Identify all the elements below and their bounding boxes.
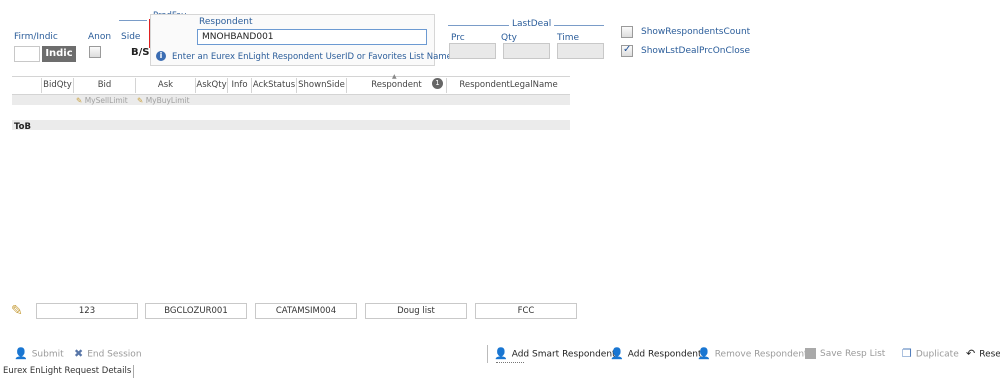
- remove-respondent-icon: 👤: [697, 347, 711, 360]
- pencil-icon: ✎: [137, 96, 144, 105]
- col-ask[interactable]: Ask: [136, 78, 196, 93]
- my-sell-limit-label: MySellLimit: [84, 96, 128, 105]
- qty-field: [503, 43, 550, 59]
- favorite-item[interactable]: 123: [36, 303, 138, 319]
- favorite-item[interactable]: CATAMSIM004: [255, 303, 357, 319]
- anon-checkbox[interactable]: [89, 46, 101, 58]
- add-respondent-icon: 👤: [610, 347, 624, 360]
- end-session-icon: ✖: [74, 347, 84, 360]
- show-lst-deal-label: ShowLstDealPrcOnClose: [641, 46, 751, 56]
- indic-toggle[interactable]: Indic: [42, 46, 76, 62]
- col-shownside[interactable]: ShownSide: [297, 78, 347, 93]
- favorite-item[interactable]: FCC: [475, 303, 577, 319]
- favorite-item[interactable]: BGCLOZUR001: [145, 303, 247, 319]
- respondent-input[interactable]: MNOHBAND001: [197, 29, 427, 45]
- qty-label: Qty: [501, 33, 517, 43]
- focus-underline: [496, 362, 524, 363]
- time-label: Time: [557, 33, 580, 43]
- col-bid[interactable]: Bid: [74, 78, 136, 93]
- col-respondentlegalname[interactable]: RespondentLegalName: [447, 78, 570, 93]
- remove-respondent-label: Remove Respondent: [714, 349, 808, 360]
- firm-indic-label: Firm/Indic: [14, 32, 58, 42]
- anon-label: Anon: [88, 32, 112, 42]
- toolbar-divider: [487, 345, 488, 363]
- save-icon: [805, 348, 816, 359]
- end-session-label: End Session: [87, 349, 142, 360]
- reset-label: Rese: [979, 349, 1000, 360]
- tab-request-details[interactable]: Eurex EnLight Request Details: [0, 365, 134, 378]
- add-respondent-button[interactable]: 👤 Add Respondent: [610, 347, 701, 361]
- add-respondent-label: Add Respondent: [627, 349, 702, 360]
- duplicate-icon: ❐: [902, 347, 912, 360]
- save-resp-list-label: Save Resp List: [820, 349, 886, 359]
- add-smart-respondent-button[interactable]: 👤 Add Smart Respondent: [494, 347, 616, 361]
- submit-label: Submit: [31, 349, 64, 360]
- sort-indicator-icon: ▲: [392, 73, 397, 80]
- my-buy-limit-label: MyBuyLimit: [145, 96, 190, 105]
- duplicate-label: Duplicate: [915, 349, 959, 360]
- my-buy-limit[interactable]: ✎ MyBuyLimit: [137, 96, 190, 105]
- pencil-icon: ✎: [76, 96, 83, 105]
- firm-field[interactable]: [14, 46, 40, 62]
- reset-icon: ↶: [966, 347, 976, 360]
- side-divider: [119, 20, 147, 21]
- my-sell-limit[interactable]: ✎ MySellLimit: [76, 96, 128, 105]
- side-value[interactable]: B/S: [131, 47, 149, 58]
- tob-label: ToB: [14, 122, 31, 132]
- col-bidqty[interactable]: BidQty: [42, 78, 74, 93]
- col-ackstatus[interactable]: AckStatus: [252, 78, 297, 93]
- remove-respondent-button[interactable]: 👤 Remove Respondent: [697, 347, 808, 361]
- respondent-tooltip: Enter an Eurex EnLight Respondent UserID…: [172, 52, 455, 62]
- show-respondents-count-checkbox[interactable]: [621, 26, 633, 38]
- side-label: Side: [121, 32, 141, 42]
- submit-button[interactable]: 👤 Submit: [14, 347, 64, 361]
- end-session-button[interactable]: ✖ End Session: [74, 347, 142, 361]
- tob-row: [12, 120, 570, 130]
- col-askqty[interactable]: AskQty: [196, 78, 228, 93]
- favorite-item[interactable]: Doug list: [365, 303, 467, 319]
- col-blank: [12, 78, 42, 93]
- col-info[interactable]: Info: [228, 78, 252, 93]
- info-icon: i: [156, 51, 166, 61]
- prc-field: [449, 43, 496, 59]
- save-resp-list-button[interactable]: Save Resp List: [805, 347, 885, 361]
- show-lst-deal-checkbox[interactable]: [621, 44, 633, 57]
- smart-respondent-icon: 👤: [494, 347, 508, 360]
- submit-icon: 👤: [14, 347, 28, 360]
- badge-icon: 1: [432, 78, 443, 89]
- respondent-label: Respondent: [199, 17, 253, 27]
- show-respondents-count-label: ShowRespondentsCount: [641, 27, 751, 37]
- edit-pencil-icon[interactable]: ✎: [11, 303, 23, 319]
- lastdeal-title: LastDeal: [509, 19, 555, 29]
- reset-button[interactable]: ↶ Rese: [966, 347, 1000, 361]
- duplicate-button[interactable]: ❐ Duplicate: [902, 347, 959, 361]
- time-field: [557, 43, 604, 59]
- add-smart-respondent-label: Add Smart Respondent: [511, 349, 616, 360]
- prc-label: Prc: [451, 33, 465, 43]
